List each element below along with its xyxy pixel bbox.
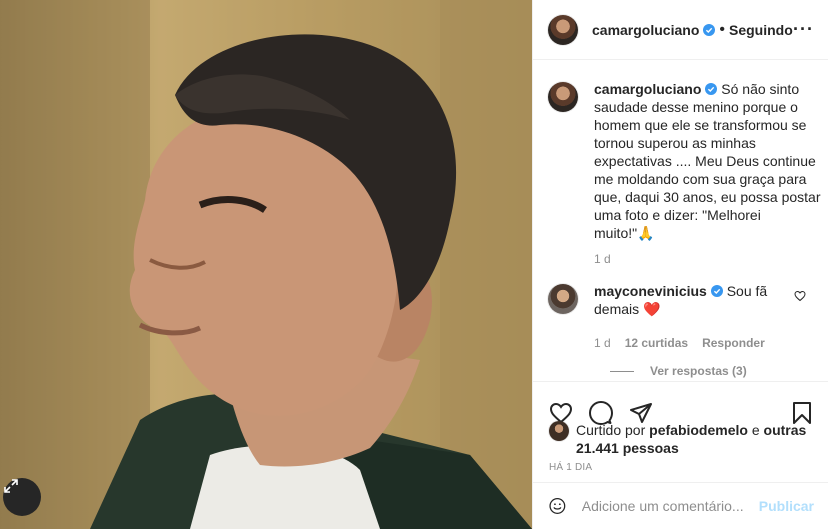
- expand-button[interactable]: [3, 478, 41, 516]
- emoji-icon[interactable]: [549, 494, 566, 518]
- commenter-avatar[interactable]: [548, 284, 578, 314]
- expand-icon: [4, 479, 18, 493]
- comment-input[interactable]: [579, 497, 759, 515]
- post-side-panel: camargoluciano • Seguindo ··· camargoluc…: [532, 0, 828, 529]
- caption-block: camargoluciano Só não sinto saudade dess…: [533, 60, 828, 266]
- likes-connector: e: [751, 422, 760, 438]
- author-avatar[interactable]: [548, 14, 578, 45]
- separator-dot: •: [719, 20, 725, 38]
- post-photo[interactable]: [0, 0, 532, 529]
- caption-text-wrap: camargoluciano Só não sinto saudade dess…: [594, 80, 824, 242]
- comment-composer: Publicar: [533, 482, 828, 529]
- caption-author-avatar[interactable]: [548, 82, 578, 112]
- likes-text: Curtido por pefabiodemelo e outras 21.44…: [576, 421, 816, 457]
- like-comment-heart-icon[interactable]: [794, 290, 806, 302]
- comments-scroll-area[interactable]: camargoluciano Só não sinto saudade dess…: [533, 60, 828, 381]
- likes-summary: Curtido por pefabiodemelo e outras 21.44…: [549, 421, 816, 457]
- post-header: camargoluciano • Seguindo ···: [533, 0, 828, 60]
- verified-badge-icon: [710, 285, 723, 297]
- view-replies-label: Ver respostas (3): [650, 364, 747, 378]
- reply-button[interactable]: Responder: [702, 336, 765, 350]
- comment-item: mayconevinicius Sou fã demais ❤️ 1 d 12 …: [533, 282, 828, 350]
- caption-author-username[interactable]: camargoluciano: [594, 81, 701, 97]
- verified-badge-icon: [703, 23, 716, 36]
- likes-prefix: Curtido por: [576, 422, 646, 438]
- view-replies-button[interactable]: Ver respostas (3): [610, 364, 828, 378]
- liker-username[interactable]: pefabiodemelo: [649, 422, 748, 438]
- more-options-icon[interactable]: ···: [793, 19, 814, 40]
- comment-time[interactable]: 1 d: [594, 336, 611, 350]
- commenter-username[interactable]: mayconevinicius: [594, 283, 707, 299]
- author-username[interactable]: camargoluciano: [592, 22, 699, 38]
- follow-status[interactable]: Seguindo: [729, 22, 793, 38]
- replies-line: [610, 370, 634, 372]
- caption-time[interactable]: 1 d: [594, 252, 824, 266]
- instagram-post-modal: camargoluciano • Seguindo ··· camargoluc…: [0, 0, 828, 529]
- post-time[interactable]: HÁ 1 DIA: [549, 462, 592, 473]
- caption-text: Só não sinto saudade desse menino porque…: [594, 81, 821, 241]
- publish-button[interactable]: Publicar: [759, 498, 814, 514]
- comment-text-wrap: mayconevinicius Sou fã demais ❤️: [594, 282, 804, 318]
- comment-likes[interactable]: 12 curtidas: [625, 336, 688, 350]
- verified-badge-icon: [705, 83, 718, 95]
- comment-meta: 1 d 12 curtidas Responder: [594, 336, 804, 350]
- portrait-illustration: [0, 0, 532, 529]
- liker-avatar[interactable]: [549, 421, 569, 441]
